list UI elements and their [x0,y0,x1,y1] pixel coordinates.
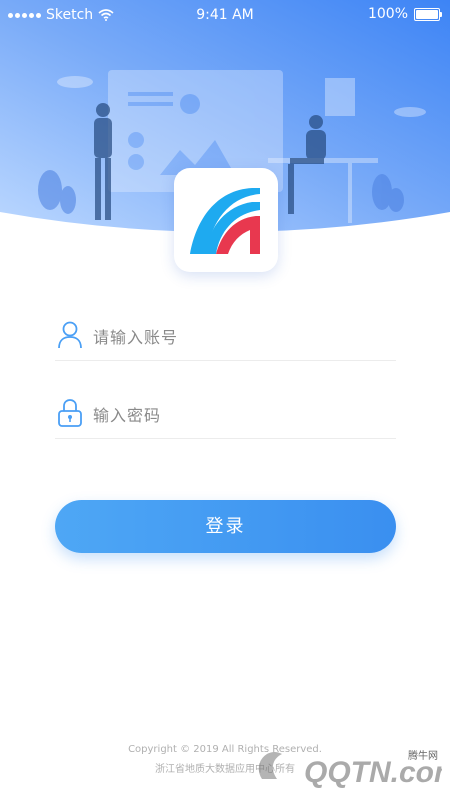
watermark-logo: QQTN.com [242,734,450,794]
svg-text:QQTN.com: QQTN.com [304,756,442,789]
status-right: 100% [367,6,442,22]
status-bar: Sketch 9:41 AM 100% [0,0,450,30]
battery-icon [414,7,442,21]
user-icon [58,321,82,349]
watermark-icon: QQTN.com [258,752,450,789]
password-input[interactable]: 输入密码 [93,402,161,426]
app-logo [174,168,278,272]
account-field[interactable]: 请输入账号 [55,310,396,361]
account-input[interactable]: 请输入账号 [93,324,178,348]
lock-icon [58,399,82,427]
password-field[interactable]: 输入密码 [55,388,396,439]
battery-percentage: 100% [367,6,408,22]
login-button[interactable]: 登录 [55,500,396,553]
logo-mark-icon [190,188,260,254]
